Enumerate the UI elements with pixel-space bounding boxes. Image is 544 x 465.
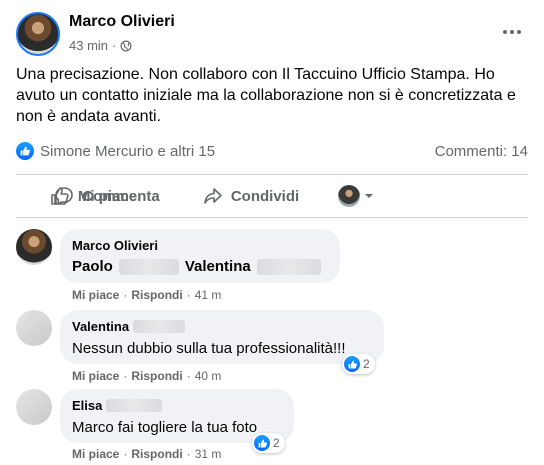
like-reaction-icon [254, 435, 270, 451]
divider [16, 217, 528, 218]
comment-reply-link[interactable]: Rispondi [131, 369, 182, 383]
comment-meta: Mi piace · Rispondi · 40 m [72, 369, 221, 383]
comment-author[interactable]: Elisa [72, 398, 102, 413]
post-author[interactable]: Marco Olivieri [69, 13, 175, 31]
more-icon[interactable] [500, 22, 524, 42]
post-time[interactable]: 43 min [69, 38, 108, 53]
redacted-name [106, 399, 163, 412]
post-header: Marco Olivieri 43 min · [16, 10, 528, 60]
comment-bubble: Marco Olivieri Paolo Valentina [60, 229, 340, 283]
like-reaction-icon [16, 142, 34, 160]
comment-text: Nessun dubbio sulla tua professionalità!… [72, 340, 346, 357]
comment-item: Elisa Marco fai togliere la tua foto 2 M… [16, 389, 528, 465]
globe-icon[interactable] [120, 40, 132, 52]
mention-a[interactable]: Paolo [72, 257, 113, 277]
comment-item: Marco Olivieri Paolo Valentina Mi piace … [16, 229, 528, 305]
meta-separator: · [123, 447, 128, 461]
comment-avatar[interactable] [16, 310, 52, 346]
comment-author[interactable]: Marco Olivieri [72, 237, 328, 254]
comment-reactions[interactable]: 2 [252, 433, 285, 453]
comment-like-link[interactable]: Mi piace [72, 288, 119, 302]
comment-meta: Mi piace · Rispondi · 31 m [72, 447, 221, 461]
audience-selector[interactable] [331, 176, 381, 216]
share-button[interactable]: Condividi [171, 176, 331, 216]
post-text: Una precisazione. Non collaboro con Il T… [16, 66, 516, 125]
meta-separator: · [186, 369, 191, 383]
mention-b[interactable]: Valentina [185, 257, 251, 277]
comment-bubble: Valentina Nessun dubbio sulla tua profes… [60, 310, 384, 364]
comment-reply-link[interactable]: Rispondi [131, 288, 182, 302]
comment-author[interactable]: Valentina [72, 319, 129, 334]
meta-separator: · [112, 38, 117, 53]
like-reaction-icon [344, 356, 360, 372]
chevron-down-icon [365, 194, 373, 198]
comment-avatar[interactable] [16, 229, 52, 265]
reaction-count: 2 [363, 357, 370, 371]
share-label: Condividi [230, 187, 300, 205]
comment-text: Marco fai togliere la tua foto [72, 419, 258, 436]
redacted-name [256, 259, 321, 275]
reactions-text: Simone Mercurio e altri 15 [40, 142, 216, 160]
comment-avatar[interactable] [16, 389, 52, 425]
comment-time[interactable]: 31 m [195, 447, 222, 461]
author-avatar[interactable] [16, 12, 60, 56]
comment-reactions[interactable]: 2 [342, 354, 375, 374]
redacted-name [118, 259, 179, 275]
meta-separator: · [123, 369, 128, 383]
comment-author-row: Valentina [72, 318, 372, 335]
comment-button[interactable]: Commenta [32, 176, 182, 216]
reaction-count: 2 [273, 436, 280, 450]
redacted-name [133, 320, 186, 333]
comment-icon [55, 187, 74, 205]
reaction-summary[interactable]: Simone Mercurio e altri 15 [16, 142, 215, 160]
comment-like-link[interactable]: Mi piace [72, 447, 119, 461]
comments-count[interactable]: Commenti: 14 [435, 143, 528, 160]
post-meta: 43 min · [69, 38, 132, 53]
reactions-row: Simone Mercurio e altri 15 Commenti: 14 [16, 140, 528, 162]
meta-separator: · [186, 447, 191, 461]
comment-label: Commenta [82, 187, 160, 205]
share-icon [204, 188, 222, 204]
comment-item: Valentina Nessun dubbio sulla tua profes… [16, 310, 528, 386]
divider [16, 174, 528, 175]
meta-separator: · [123, 288, 128, 302]
meta-separator: · [186, 288, 191, 302]
comment-author-row: Elisa [72, 397, 282, 414]
avatar [338, 185, 360, 207]
comment-text: Paolo Valentina [72, 257, 328, 277]
comment-meta: Mi piace · Rispondi · 41 m [72, 288, 221, 302]
comment-reply-link[interactable]: Rispondi [131, 447, 182, 461]
actions-row: Mi piace Commenta Condividi [16, 176, 528, 216]
comment-time[interactable]: 41 m [195, 288, 222, 302]
comment-like-link[interactable]: Mi piace [72, 369, 119, 383]
comment-time[interactable]: 40 m [195, 369, 222, 383]
